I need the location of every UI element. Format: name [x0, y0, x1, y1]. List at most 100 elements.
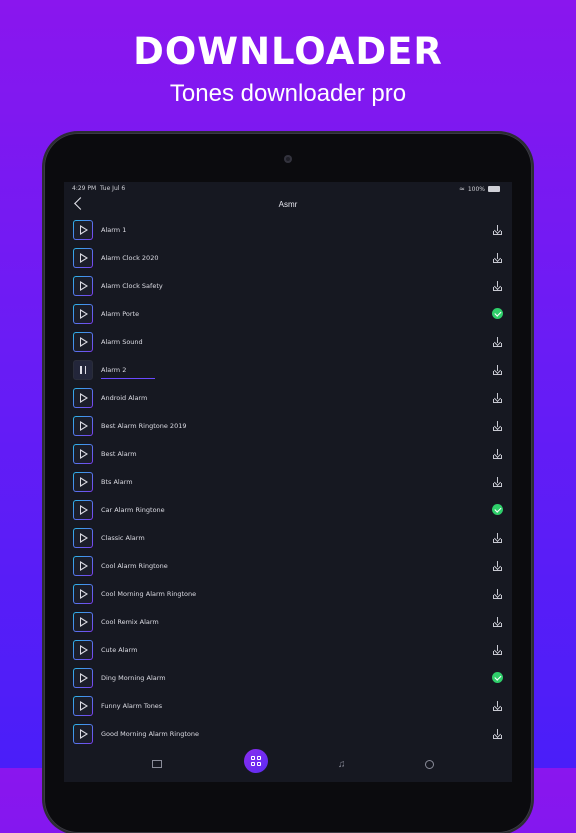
- download-icon-part: [493, 735, 502, 739]
- track-row[interactable]: Best Alarm Ringtone 2019: [64, 413, 512, 441]
- play-button[interactable]: [73, 276, 93, 296]
- play-button[interactable]: [73, 640, 93, 660]
- track-row[interactable]: Alarm Clock 2020: [64, 245, 512, 273]
- pause-icon: [80, 366, 82, 374]
- track-name: Funny Alarm Tones: [101, 702, 163, 710]
- play-icon: [80, 505, 88, 515]
- track-row[interactable]: Ding Morning Alarm: [64, 665, 512, 693]
- download-icon[interactable]: [493, 477, 502, 487]
- track-name: Cool Morning Alarm Ringtone: [101, 590, 197, 598]
- download-icon[interactable]: [493, 589, 502, 599]
- track-row[interactable]: Cool Morning Alarm Ringtone: [64, 581, 512, 609]
- download-icon[interactable]: [493, 561, 502, 571]
- download-icon[interactable]: [493, 281, 502, 291]
- track-row[interactable]: Best Alarm: [64, 441, 512, 469]
- play-icon: [80, 421, 88, 431]
- track-row[interactable]: Alarm Clock Safety: [64, 273, 512, 301]
- track-row[interactable]: Car Alarm Ringtone: [64, 497, 512, 525]
- track-row[interactable]: Cute Alarm: [64, 637, 512, 665]
- download-icon-part: [493, 567, 502, 571]
- play-button[interactable]: [73, 444, 93, 464]
- track-name: Cool Alarm Ringtone: [101, 562, 168, 570]
- track-name: Alarm Clock Safety: [101, 282, 163, 290]
- download-icon[interactable]: [493, 365, 502, 375]
- status-time-date: 4:29 PM Tue Jul 6: [72, 185, 125, 192]
- battery-icon: [488, 186, 500, 192]
- status-bar: 4:29 PM Tue Jul 6 ≈ 100%: [64, 182, 512, 194]
- track-row[interactable]: Alarm 2: [64, 357, 512, 385]
- play-icon: [80, 281, 88, 291]
- camera-icon: [284, 155, 292, 163]
- play-icon: [80, 225, 88, 235]
- track-row[interactable]: Cool Remix Alarm: [64, 609, 512, 637]
- track-name: Alarm 1: [101, 226, 127, 234]
- play-button[interactable]: [73, 556, 93, 576]
- play-button[interactable]: [73, 248, 93, 268]
- track-name: Alarm Clock 2020: [101, 254, 159, 262]
- grid-cell: [251, 756, 255, 760]
- grid-cell: [257, 756, 261, 760]
- track-name: Best Alarm Ringtone 2019: [101, 422, 187, 430]
- categories-icon[interactable]: [244, 749, 268, 773]
- track-name: Cute Alarm: [101, 646, 138, 654]
- play-button[interactable]: [73, 416, 93, 436]
- play-button[interactable]: [73, 668, 93, 688]
- play-button[interactable]: [73, 472, 93, 492]
- play-icon: [80, 449, 88, 459]
- play-icon: [80, 393, 88, 403]
- download-icon-part: [493, 707, 502, 711]
- track-row[interactable]: Bts Alarm: [64, 469, 512, 497]
- track-row[interactable]: Android Alarm: [64, 385, 512, 413]
- pause-button[interactable]: [73, 360, 93, 380]
- track-name: Alarm Sound: [101, 338, 143, 346]
- grid-cell: [257, 762, 261, 766]
- track-name: Classic Alarm: [101, 534, 145, 542]
- download-icon[interactable]: [493, 421, 502, 431]
- download-icon[interactable]: [493, 225, 502, 235]
- download-icon[interactable]: [493, 729, 502, 739]
- play-icon: [80, 645, 88, 655]
- play-button[interactable]: [73, 612, 93, 632]
- battery-percent: 100%: [467, 185, 485, 193]
- download-icon[interactable]: [493, 337, 502, 347]
- download-icon[interactable]: [493, 449, 502, 459]
- downloaded-check-icon: [492, 672, 503, 683]
- downloaded-check-icon: [492, 504, 503, 515]
- play-button[interactable]: [73, 332, 93, 352]
- download-icon-part: [493, 539, 502, 543]
- track-row[interactable]: Alarm Sound: [64, 329, 512, 357]
- download-icon-part: [493, 231, 502, 235]
- download-icon[interactable]: [493, 533, 502, 543]
- status-right: ≈ 100%: [459, 185, 500, 193]
- track-row[interactable]: Classic Alarm: [64, 525, 512, 553]
- track-row[interactable]: Cool Alarm Ringtone: [64, 553, 512, 581]
- home-icon[interactable]: [152, 760, 162, 768]
- track-list: Alarm 1 Alarm Clock 2020 Alarm Clock Safet…: [64, 217, 512, 749]
- track-name: Android Alarm: [101, 394, 148, 402]
- play-button[interactable]: [73, 220, 93, 240]
- play-icon: [80, 337, 88, 347]
- play-button[interactable]: [73, 696, 93, 716]
- play-button[interactable]: [73, 304, 93, 324]
- play-icon: [80, 533, 88, 543]
- play-button[interactable]: [73, 528, 93, 548]
- play-icon: [80, 701, 88, 711]
- track-row[interactable]: Alarm 1: [64, 217, 512, 245]
- download-icon[interactable]: [493, 701, 502, 711]
- download-icon-part: [493, 371, 502, 375]
- track-row[interactable]: Funny Alarm Tones: [64, 693, 512, 721]
- status-date: Tue Jul 6: [100, 185, 126, 192]
- music-icon[interactable]: ♫: [338, 759, 346, 770]
- play-icon: [80, 253, 88, 263]
- play-icon: [80, 729, 88, 739]
- download-icon[interactable]: [493, 645, 502, 655]
- play-button[interactable]: [73, 388, 93, 408]
- play-button[interactable]: [73, 500, 93, 520]
- play-button[interactable]: [73, 584, 93, 604]
- play-button[interactable]: [73, 724, 93, 744]
- track-row[interactable]: Alarm Porte: [64, 301, 512, 329]
- download-icon[interactable]: [493, 617, 502, 627]
- download-icon[interactable]: [493, 253, 502, 263]
- track-row[interactable]: Good Morning Alarm Ringtone: [64, 721, 512, 749]
- download-icon[interactable]: [493, 393, 502, 403]
